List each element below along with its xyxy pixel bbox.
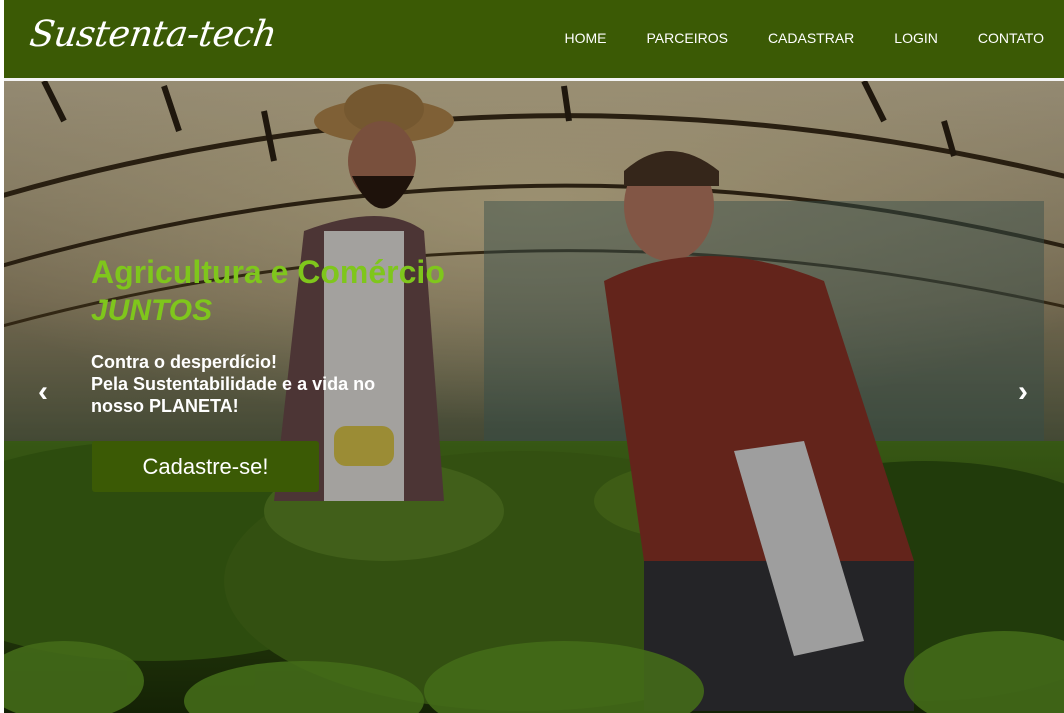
chevron-left-icon[interactable]: ‹	[38, 377, 48, 407]
hero-tagline-line: Pela Sustentabilidade e a vida no	[91, 374, 376, 394]
nav-login-link[interactable]: LOGIN	[894, 30, 938, 46]
nav-contato-link[interactable]: CONTATO	[978, 30, 1044, 46]
nav-parceiros-link[interactable]: PARCEIROS	[647, 30, 728, 46]
hero-tagline: Contra o desperdício! Pela Sustentabilid…	[91, 351, 511, 417]
hero-tagline-line: nosso PLANETA!	[91, 396, 239, 416]
nav-menu: HOME PARCEIROS CADASTRAR LOGIN CONTATO	[525, 30, 1045, 46]
chevron-right-icon[interactable]: ›	[1018, 377, 1028, 407]
brand-logo[interactable]: Sustenta-tech	[27, 14, 279, 55]
nav-home-link[interactable]: HOME	[565, 30, 607, 46]
hero-carousel: Agricultura e Comércio JUNTOS Contra o d…	[4, 81, 1064, 713]
hero-tagline-line: Contra o desperdício!	[91, 352, 278, 372]
nav-cadastrar-link[interactable]: CADASTRAR	[768, 30, 854, 46]
hero-subtitle: JUNTOS	[91, 294, 213, 327]
top-navbar: Sustenta-tech HOME PARCEIROS CADASTRAR L…	[4, 0, 1064, 78]
signup-button[interactable]: Cadastre-se!	[92, 441, 319, 492]
hero-caption: Agricultura e Comércio JUNTOS Contra o d…	[91, 253, 511, 417]
hero-title: Agricultura e Comércio	[91, 254, 445, 290]
